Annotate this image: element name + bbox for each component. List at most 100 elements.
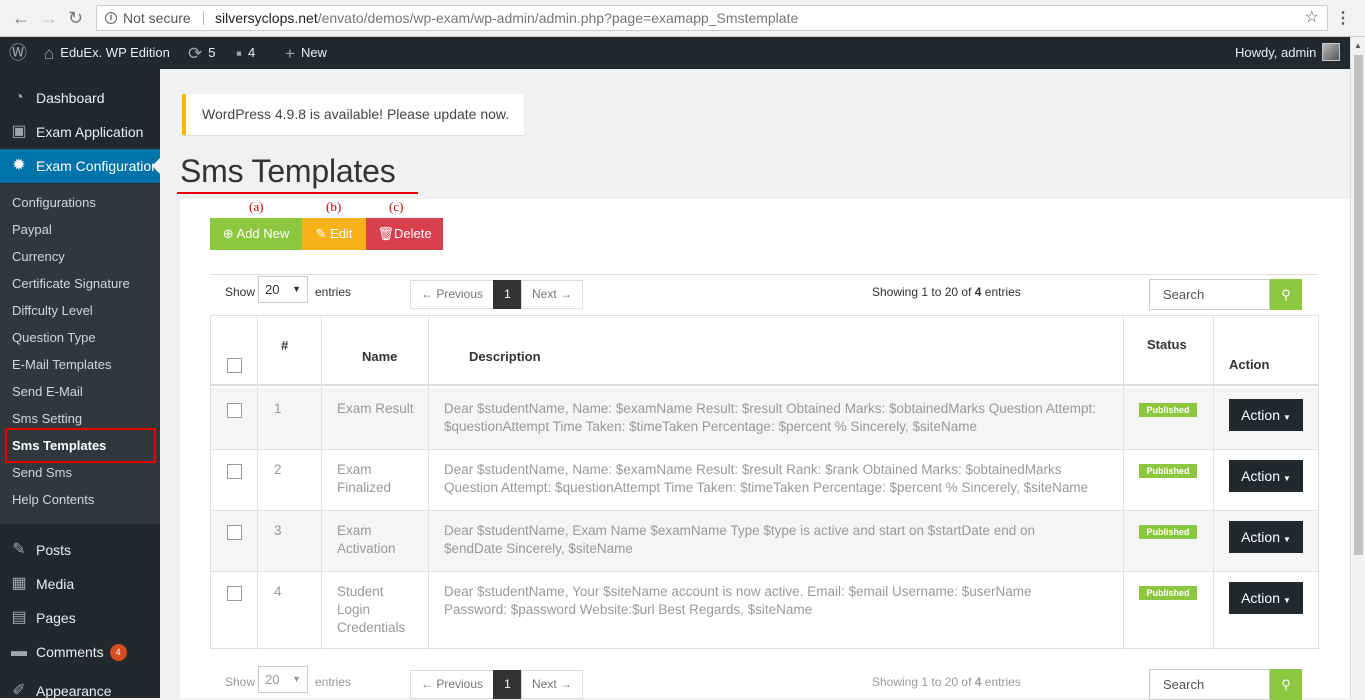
submenu-certificate-signature[interactable]: Certificate Signature: [12, 270, 130, 297]
submenu-paypal[interactable]: Paypal: [12, 216, 52, 243]
new-content-link[interactable]: + New: [285, 37, 327, 69]
info-icon[interactable]: i: [105, 12, 117, 24]
submenu-help-contents[interactable]: Help Contents: [12, 486, 94, 513]
row-number: 1: [274, 401, 282, 416]
row-checkbox[interactable]: [227, 525, 242, 540]
browser-toolbar: ← → ↻ i Not secure silversyclops.net/env…: [0, 0, 1365, 37]
row-checkbox[interactable]: [227, 403, 242, 418]
previous-page-button[interactable]: ← Previous: [410, 670, 494, 699]
avatar: [1322, 43, 1341, 61]
page-1-button[interactable]: 1: [493, 280, 522, 309]
add-new-button[interactable]: ⊕ Add New: [210, 218, 302, 250]
status-badge: Published: [1139, 525, 1197, 539]
header-status[interactable]: Status: [1147, 337, 1187, 352]
wordpress-logo-icon[interactable]: Ⓦ: [9, 37, 33, 69]
select-all-checkbox[interactable]: [227, 358, 242, 373]
row-checkbox[interactable]: [227, 464, 242, 479]
submenu-email-templates[interactable]: E-Mail Templates: [12, 351, 111, 378]
showing-prefix: Showing 1 to 20 of: [872, 285, 975, 299]
account-menu[interactable]: Howdy, admin: [1235, 37, 1341, 69]
sidebar-item-exam-application[interactable]: ▣ Exam Application: [0, 115, 160, 149]
sidebar-submenu: Configurations Paypal Currency Certifica…: [0, 184, 160, 524]
url-text[interactable]: silversyclops.net/envato/demos/wp-exam/w…: [215, 6, 798, 30]
home-icon: ⌂: [44, 44, 55, 63]
action-label: Action: [1241, 407, 1280, 423]
entries-select[interactable]: 20 ▼: [258, 276, 308, 303]
next-page-button[interactable]: Next →: [521, 280, 583, 309]
delete-button[interactable]: 🗑Delete: [366, 218, 443, 250]
status-badge: Published: [1139, 464, 1197, 478]
entries-select[interactable]: 20 ▼: [258, 666, 308, 693]
page-1-button[interactable]: 1: [493, 670, 522, 699]
next-page-button[interactable]: Next →: [521, 670, 583, 699]
submenu-send-sms[interactable]: Send Sms: [12, 459, 72, 486]
action-dropdown-button[interactable]: Action ▼: [1229, 582, 1303, 614]
action-dropdown-button[interactable]: Action ▼: [1229, 399, 1303, 431]
arrow-left-icon[interactable]: ←: [12, 8, 30, 28]
header-name[interactable]: Name: [362, 349, 397, 364]
action-label: Action: [1241, 590, 1280, 606]
column-divider: [257, 316, 258, 650]
row-name: Exam Activation: [337, 523, 396, 556]
chevron-down-icon: ▼: [1283, 596, 1291, 605]
submenu-question-type[interactable]: Question Type: [12, 324, 96, 351]
sidebar-item-dashboard[interactable]: ◔ Dashboard: [0, 81, 160, 115]
row-name: Exam Finalized: [337, 462, 392, 495]
divider: [203, 11, 204, 25]
edit-icon: ✎: [315, 226, 327, 241]
updates-icon: ⟳: [188, 44, 203, 63]
edit-button[interactable]: ✎ Edit: [302, 218, 366, 250]
arrow-right-icon[interactable]: →: [40, 8, 58, 28]
search-input[interactable]: Search: [1149, 279, 1270, 310]
header-number[interactable]: #: [281, 338, 288, 353]
sidebar-item-label: Comments: [36, 644, 104, 660]
submenu-send-email[interactable]: Send E-Mail: [12, 378, 83, 405]
chevron-down-icon: ▼: [1283, 413, 1291, 422]
entries-label: entries: [315, 285, 352, 299]
sidebar-item-posts[interactable]: ✎ Posts: [0, 533, 160, 567]
site-name-link[interactable]: ⌂ EduEx. WP Edition: [44, 37, 170, 69]
previous-page-button[interactable]: ← Previous: [410, 280, 494, 309]
search-button[interactable]: ⚲: [1270, 669, 1302, 700]
search-icon: ⚲: [1281, 287, 1291, 302]
table-row: 4 Student Login Credentials Dear $studen…: [211, 572, 1318, 648]
reload-icon[interactable]: ↻: [68, 8, 83, 28]
action-dropdown-button[interactable]: Action ▼: [1229, 521, 1303, 553]
sidebar-item-pages[interactable]: ▤ Pages: [0, 601, 160, 635]
chevron-down-icon: ▼: [1283, 535, 1291, 544]
scroll-thumb[interactable]: [1354, 55, 1363, 555]
sidebar-item-exam-configuration[interactable]: ✹ Exam Configuration: [0, 149, 160, 183]
scroll-up-icon[interactable]: ▲: [1354, 41, 1362, 50]
search-button[interactable]: ⚲: [1270, 279, 1302, 310]
admin-sidebar: ◔ Dashboard ▣ Exam Application ✹ Exam Confi…: [0, 69, 160, 698]
address-bar[interactable]: i Not secure silversyclops.net/envato/de…: [96, 5, 1328, 31]
sidebar-item-media[interactable]: ▦ Media: [0, 567, 160, 601]
update-notice[interactable]: WordPress 4.9.8 is available! Please upd…: [182, 94, 524, 135]
showing-prefix: Showing 1 to 20 of: [872, 675, 975, 689]
showing-info: Showing 1 to 20 of 4 entries: [872, 285, 1021, 299]
updates-link[interactable]: ⟳ 5: [188, 37, 215, 69]
menu-icon[interactable]: ⋮: [1335, 8, 1351, 28]
site-name: EduEx. WP Edition: [60, 45, 170, 60]
row-name: Student Login Credentials: [337, 584, 406, 635]
submenu-currency[interactable]: Currency: [12, 243, 65, 270]
showing-suffix: entries: [981, 675, 1021, 689]
comments-link[interactable]: ▪ 4: [236, 37, 255, 69]
admin-bar: Ⓦ ⌂ EduEx. WP Edition ⟳ 5 ▪ 4 + New Howdy, a…: [0, 37, 1350, 69]
chevron-down-icon: ▼: [1283, 474, 1291, 483]
entries-value: 20: [265, 282, 280, 297]
header-description[interactable]: Description: [469, 349, 541, 364]
page-scrollbar[interactable]: ▲: [1350, 37, 1365, 698]
row-checkbox[interactable]: [227, 586, 242, 601]
updates-count: 5: [208, 45, 216, 60]
search-input[interactable]: Search: [1149, 669, 1270, 700]
sidebar-item-comments[interactable]: ▬ Comments 4: [0, 635, 160, 669]
action-dropdown-button[interactable]: Action ▼: [1229, 460, 1303, 492]
submenu-configurations[interactable]: Configurations: [12, 189, 96, 216]
url-domain: silversyclops.net: [215, 10, 318, 26]
submenu-difficulty-level[interactable]: Diffculty Level: [12, 297, 93, 324]
sidebar-item-appearance[interactable]: ✐ Appearance: [0, 669, 160, 698]
header-action: Action: [1229, 357, 1270, 372]
sidebar-item-label: Exam Application: [36, 124, 144, 140]
star-icon[interactable]: ☆: [1305, 6, 1319, 30]
